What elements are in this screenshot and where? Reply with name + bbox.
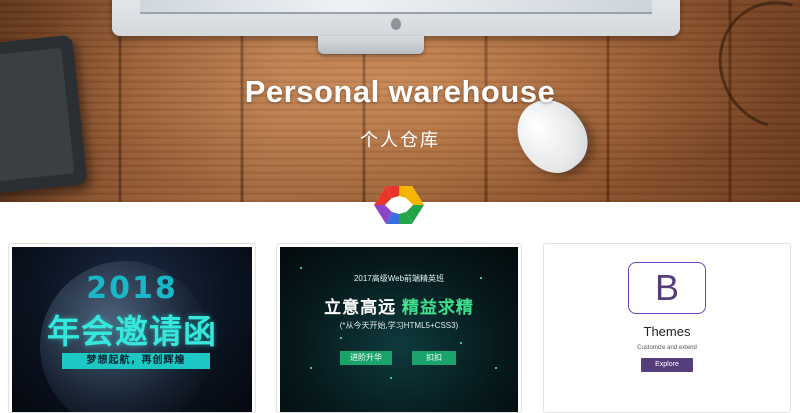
poster-headline: 立意高远 精益求精: [280, 293, 518, 318]
hero-banner: Personal warehouse 个人仓库: [0, 0, 800, 202]
poster-button-qq[interactable]: 扣扣: [412, 351, 456, 365]
apple-icon: [391, 18, 401, 30]
themes-description: Customize and extend: [637, 345, 697, 351]
bootstrap-logo-letter: B: [654, 267, 679, 308]
poster-headline-b: 精益求精: [401, 298, 474, 317]
poster-top-line: 2017高级Web前端精英班: [353, 274, 445, 283]
themes-title: Themes: [643, 324, 691, 339]
poster-sub-line: (*从今天开始,学习HTML5+CSS3): [339, 321, 459, 330]
poster-year: 2018: [86, 271, 178, 306]
poster-headline-a: 立意高远: [324, 298, 397, 317]
annual-meeting-poster[interactable]: 2018 年会邀请函 梦想起航，再创辉煌: [12, 247, 252, 412]
bootstrap-logo-icon: B: [628, 262, 706, 314]
poster-button-advance[interactable]: 进阶升华: [340, 351, 392, 365]
hexagon-logo-icon[interactable]: [372, 184, 426, 226]
card-themes[interactable]: B Themes Customize and extend Explore: [543, 243, 791, 413]
card-annual-meeting[interactable]: 2018 年会邀请函 梦想起航，再创辉煌: [8, 243, 256, 413]
web-class-poster[interactable]: 2017高级Web前端精英班 立意高远 精益求精 (*从今天开始,学习HTML5…: [280, 247, 518, 412]
hero-subtitle: 个人仓库: [360, 130, 440, 150]
monitor-stand: [318, 36, 424, 54]
poster-title: 年会邀请函: [47, 312, 217, 351]
hero-title: Personal warehouse: [244, 74, 556, 109]
monitor-image: [112, 0, 680, 36]
tablet-image: [0, 34, 88, 196]
poster-ribbon: 梦想起航，再创辉煌: [62, 353, 210, 369]
card-web-class[interactable]: 2017高级Web前端精英班 立意高远 精益求精 (*从今天开始,学习HTML5…: [276, 243, 522, 413]
explore-button[interactable]: Explore: [641, 358, 693, 372]
